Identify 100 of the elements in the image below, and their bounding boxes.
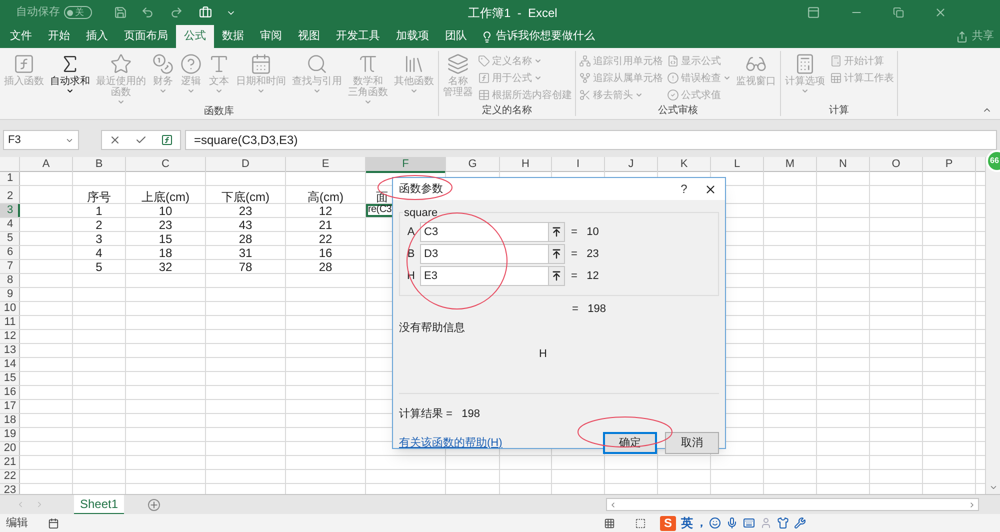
function-icon: [478, 72, 490, 84]
close-button[interactable]: [704, 182, 717, 196]
group-label: 公式审核: [657, 105, 699, 116]
help-button[interactable]: ?: [674, 180, 694, 198]
ribbon-tab[interactable]: 开发工具: [328, 25, 388, 48]
column-header[interactable]: N: [817, 157, 870, 173]
argument-field[interactable]: E3: [420, 266, 565, 286]
row-header[interactable]: 2: [0, 186, 20, 203]
row-header[interactable]: 4: [0, 218, 20, 231]
column-header[interactable]: I: [552, 157, 605, 173]
redo-icon[interactable]: [170, 6, 183, 19]
row-header[interactable]: 21: [0, 456, 20, 469]
ribbon-button[interactable]: 自动求和: [49, 51, 91, 106]
ime-punctuation[interactable]: ，: [696, 514, 707, 532]
row-header[interactable]: 6: [0, 246, 20, 259]
row-header[interactable]: 13: [0, 344, 20, 357]
ribbon-display-icon[interactable]: [807, 6, 820, 19]
page-layout-icon[interactable]: [635, 518, 646, 528]
help-link[interactable]: 有关该函数的帮助(H): [399, 434, 502, 452]
column-header[interactable]: F: [366, 157, 446, 173]
ribbon-tab[interactable]: 公式: [176, 25, 214, 48]
smiley-icon[interactable]: [709, 517, 721, 529]
restore-icon[interactable]: [893, 7, 904, 18]
row-header[interactable]: 18: [0, 414, 20, 427]
sheet-icon: [830, 72, 842, 84]
row-header[interactable]: 8: [0, 274, 20, 287]
column-header[interactable]: C: [126, 157, 206, 173]
briefcase-icon[interactable]: [199, 6, 212, 19]
argument-field[interactable]: D3: [420, 244, 565, 264]
scroll-down-icon[interactable]: [988, 483, 998, 492]
row-header[interactable]: 7: [0, 260, 20, 273]
ime-language[interactable]: 英: [681, 514, 693, 532]
microphone-icon[interactable]: [726, 517, 738, 529]
ribbon-tab[interactable]: 加载项: [388, 25, 437, 48]
pi-icon: [357, 53, 379, 75]
ribbon-tab[interactable]: 插入: [78, 25, 116, 48]
enter-icon[interactable]: [135, 134, 147, 146]
table-cell: 序号: [73, 186, 126, 203]
function-icon: [13, 53, 35, 75]
row-header[interactable]: 1: [0, 172, 20, 185]
table-cell: 28: [206, 232, 286, 245]
tell-me-field[interactable]: 告诉我你想要做什么: [481, 25, 595, 48]
row-header[interactable]: 5: [0, 232, 20, 245]
formula-field[interactable]: =square(C3,D3,E3): [185, 130, 997, 150]
row-header[interactable]: 22: [0, 470, 20, 483]
wrench-icon[interactable]: [794, 517, 806, 529]
column-header[interactable]: H: [500, 157, 552, 173]
name-box[interactable]: F3: [3, 130, 79, 150]
table-cell: 21: [286, 218, 366, 231]
row-header[interactable]: 23: [0, 484, 20, 494]
normal-view-icon[interactable]: [604, 518, 615, 528]
window-title: 工作簿1 - Excel: [468, 4, 558, 22]
row-header[interactable]: 11: [0, 316, 20, 329]
save-icon[interactable]: [114, 6, 127, 19]
group-label: 计算: [828, 105, 850, 116]
row-header[interactable]: 14: [0, 358, 20, 371]
column-header[interactable]: P: [923, 157, 976, 173]
column-header[interactable]: B: [73, 157, 126, 173]
undo-icon[interactable]: [141, 6, 154, 19]
ribbon-tab[interactable]: 团队: [437, 25, 475, 48]
ribbon-tab[interactable]: 数据: [214, 25, 252, 48]
close-icon[interactable]: [934, 6, 948, 19]
row-header[interactable]: 16: [0, 386, 20, 399]
row-header[interactable]: 9: [0, 288, 20, 301]
ribbon-tab[interactable]: 开始: [40, 25, 78, 48]
table-icon: [478, 89, 490, 101]
column-header[interactable]: G: [446, 157, 500, 173]
keyboard-icon[interactable]: [743, 517, 755, 529]
scroll-left-icon[interactable]: [609, 500, 617, 508]
row-header[interactable]: 15: [0, 372, 20, 385]
sheet-tab[interactable]: Sheet1: [74, 494, 124, 514]
calendar-icon: [250, 53, 272, 75]
row-header[interactable]: 17: [0, 400, 20, 413]
ribbon-tab[interactable]: 文件: [2, 25, 40, 48]
column-header[interactable]: K: [658, 157, 711, 173]
scroll-right-icon[interactable]: [968, 500, 976, 508]
ribbon-tab[interactable]: 页面布局: [116, 25, 176, 48]
ribbon-tab[interactable]: 审阅: [252, 25, 290, 48]
collapse-dialog-icon[interactable]: [548, 245, 564, 263]
collapse-dialog-icon[interactable]: [548, 223, 564, 241]
add-sheet-icon[interactable]: [148, 498, 160, 510]
row-header[interactable]: 3: [0, 204, 20, 217]
column-header[interactable]: D: [206, 157, 286, 173]
table-cell: 78: [206, 260, 286, 273]
column-header[interactable]: L: [711, 157, 764, 173]
row-header[interactable]: 20: [0, 442, 20, 455]
column-header[interactable]: J: [605, 157, 658, 173]
cancel-icon[interactable]: [109, 134, 121, 146]
row-header[interactable]: 10: [0, 302, 20, 315]
collapse-dialog-icon[interactable]: [548, 267, 564, 285]
dialog-button[interactable]: 取消: [665, 432, 719, 454]
ribbon-tab[interactable]: 视图: [290, 25, 328, 48]
shirt-icon[interactable]: [777, 517, 789, 529]
coins-icon: [152, 53, 174, 75]
insert-function-icon[interactable]: [161, 134, 173, 146]
row-header[interactable]: 12: [0, 330, 20, 343]
argument-field[interactable]: C3: [420, 222, 565, 242]
column-header[interactable]: M: [764, 157, 817, 173]
column-header[interactable]: O: [870, 157, 923, 173]
row-header[interactable]: 19: [0, 428, 20, 441]
